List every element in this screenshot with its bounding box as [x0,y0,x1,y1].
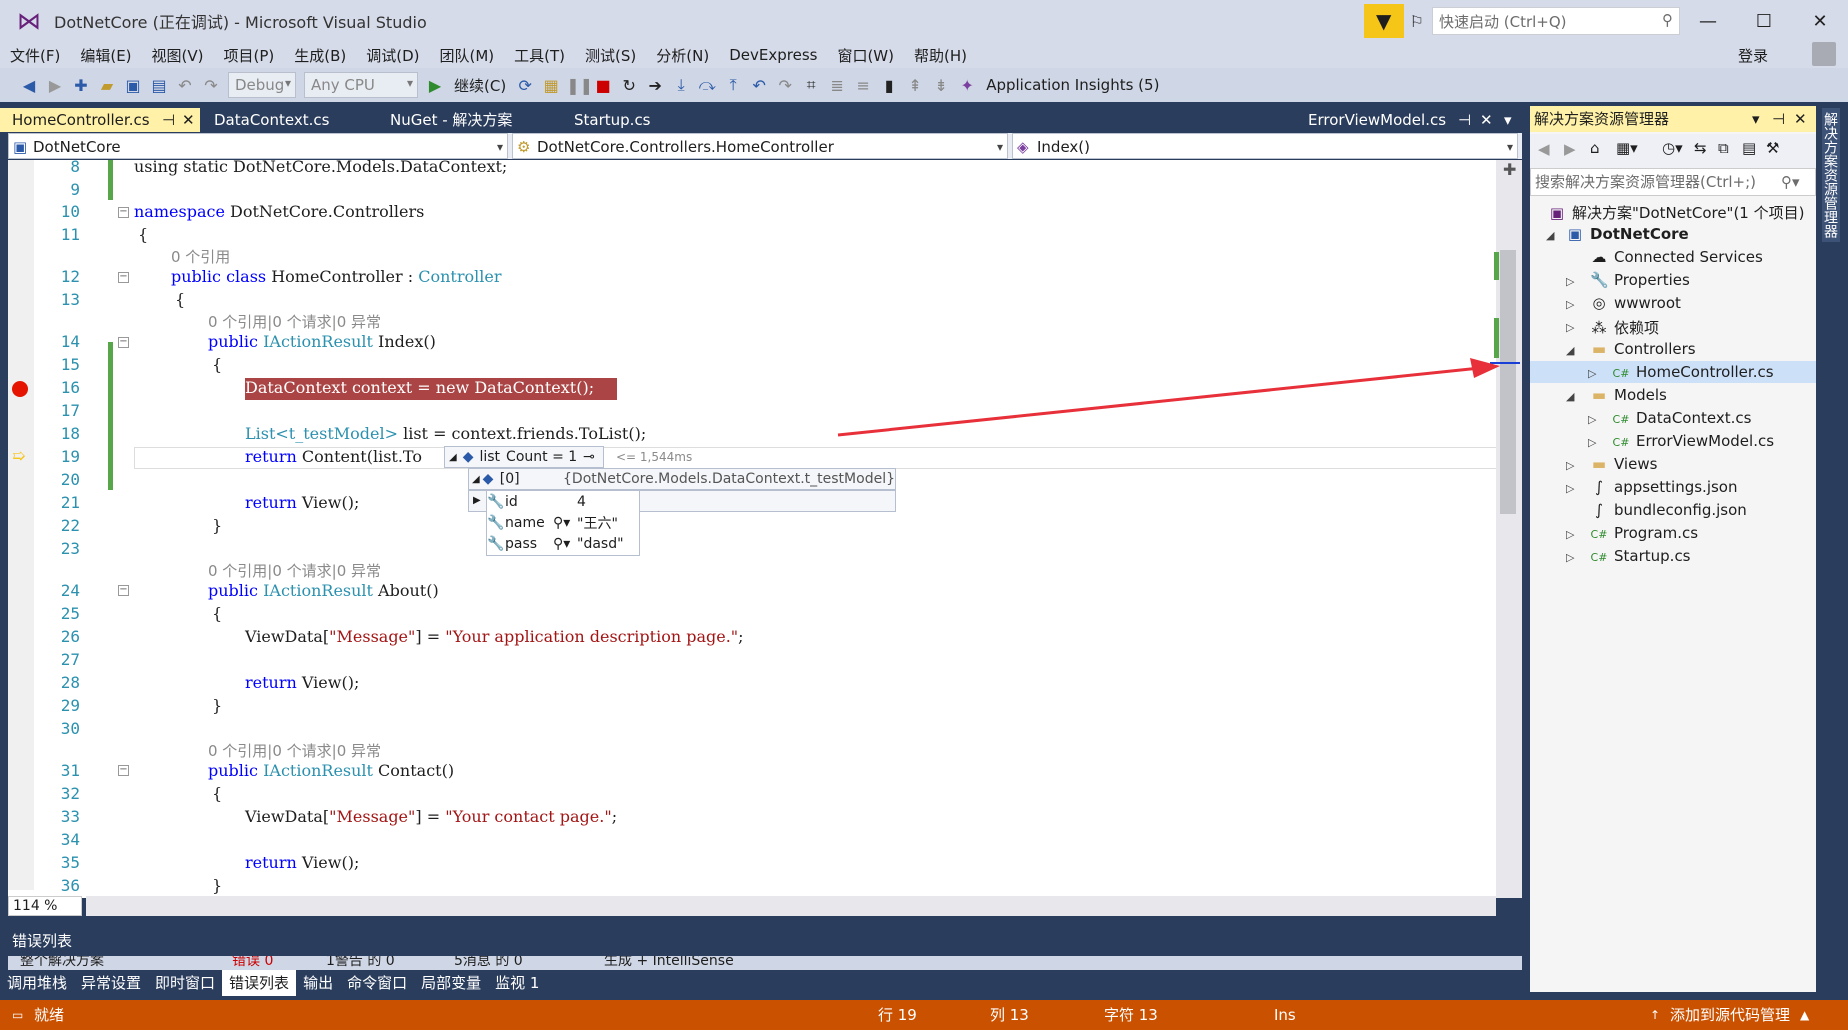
json-file-icon: ∫ [1590,478,1608,496]
globe-icon: ◎ [1590,294,1608,312]
csharp-file-icon: C# [1612,367,1630,380]
search-icon: ⚲▾ [1781,169,1800,195]
home-icon[interactable]: ⌂ [1590,139,1600,157]
scope-select[interactable]: 整个解决方案 [20,956,104,970]
json-file-icon: ∫ [1590,501,1608,519]
build-select[interactable]: 生成 + IntelliSense [604,956,734,970]
tree-data-context[interactable]: C#DataContext.cs [1612,409,1751,427]
chevron-up-icon[interactable]: ▲ [1800,1000,1809,1030]
project-icon: ▣ [1566,225,1584,243]
tab-exception-settings[interactable]: 异常设置 [74,970,148,996]
side-tab-solution-explorer[interactable]: 解决方案资源管理器 [1822,108,1840,242]
tree-startup[interactable]: C#Startup.cs [1590,547,1691,565]
forward-icon[interactable]: ▶ [1564,140,1576,158]
tab-locals[interactable]: 局部变量 [414,970,488,996]
tab-error-list[interactable]: 错误列表 [222,970,296,996]
expand-icon[interactable]: ▷ [1566,459,1574,472]
tree-project[interactable]: ▣DotNetCore [1566,225,1689,243]
expand-icon[interactable]: ◢ [1566,344,1574,357]
dependencies-icon: ⁂ [1590,319,1608,337]
tree-controllers[interactable]: ▬Controllers [1590,340,1696,358]
tab-immediate[interactable]: 即时窗口 [148,970,222,996]
messages-filter[interactable]: 5消息 的 0 [454,956,523,970]
tree-views[interactable]: ▬Views [1590,455,1657,473]
tree-connected-services[interactable]: ☁Connected Services [1590,248,1763,266]
expand-icon[interactable]: ▷ [1566,551,1574,564]
status-col: 列 13 [990,1000,1029,1030]
status-char: 字符 13 [1104,1000,1158,1030]
solution-explorer-toolbar: ◀ ▶ ⌂ ▦▾ ◷▾ ⇆ ⧉ ▤ ⚒ [1530,134,1816,168]
tree-properties[interactable]: 🔧Properties [1590,271,1690,289]
sync-icon[interactable]: ⇆ [1694,139,1707,157]
expand-icon[interactable]: ◢ [1566,390,1574,403]
status-ins: Ins [1274,1000,1296,1030]
warnings-filter[interactable]: 1警告 的 0 [326,956,395,970]
collapse-all-icon[interactable]: ⧉ [1718,139,1729,157]
expand-icon[interactable]: ▷ [1566,482,1574,495]
errors-filter[interactable]: 错误 0 [232,956,273,970]
back-icon[interactable]: ◀ [1538,140,1550,158]
status-ready: 就绪 [34,1000,64,1030]
properties-icon[interactable]: ⚒ [1766,139,1779,157]
folder-icon: ▬ [1590,340,1608,358]
tree-home-controller[interactable]: C#HomeController.cs [1612,363,1774,381]
dropdown-icon[interactable]: ▾ [1752,106,1760,132]
arrow-up-icon: ↑ [1650,1000,1660,1030]
tab-command[interactable]: 命令窗口 [340,970,414,996]
wrench-icon: 🔧 [1590,271,1608,289]
pin-icon[interactable]: ⊣ [1772,106,1785,132]
status-icon: ▭ [12,1000,23,1030]
expand-icon[interactable]: ▷ [1588,436,1596,449]
solution-icon: ▣ [1548,204,1566,222]
tree-dependencies[interactable]: ⁂依赖项 [1590,317,1659,338]
tree-bundleconfig[interactable]: ∫bundleconfig.json [1590,501,1747,519]
show-all-icon[interactable]: ▤ [1742,139,1756,157]
expand-icon[interactable]: ▷ [1566,321,1574,334]
tab-watch[interactable]: 监视 1 [488,970,546,996]
solution-explorer-header: 解决方案资源管理器 ▾ ⊣ ✕ [1530,106,1816,132]
right-side-tabs: 解决方案资源管理器 [1816,106,1848,1000]
csharp-file-icon: C# [1590,551,1608,564]
csharp-file-icon: C# [1590,528,1608,541]
csharp-file-icon: C# [1612,413,1630,426]
tree-models[interactable]: ▬Models [1590,386,1667,404]
tree-wwwroot[interactable]: ◎wwwroot [1590,294,1681,312]
folder-icon: ▬ [1590,386,1608,404]
error-list-header: 错误列表 [0,926,1522,956]
switch-views-icon[interactable]: ▦▾ [1616,139,1638,157]
expand-icon[interactable]: ▷ [1588,413,1596,426]
expand-icon[interactable]: ▷ [1588,367,1596,380]
expand-icon[interactable]: ▷ [1566,298,1574,311]
tab-output[interactable]: 输出 [296,970,340,996]
error-list-toolbar: 整个解决方案 错误 0 1警告 的 0 5消息 的 0 生成 + Intelli… [8,956,1522,970]
expand-icon[interactable]: ◢ [1546,229,1554,242]
expand-icon[interactable]: ▷ [1566,528,1574,541]
tree-program[interactable]: C#Program.cs [1590,524,1698,542]
tree-appsettings[interactable]: ∫appsettings.json [1590,478,1738,496]
status-bar: ▭ 就绪 行 19 列 13 字符 13 Ins ↑ 添加到源代码管理 ▲ [0,1000,1848,1030]
tree-solution[interactable]: ▣解决方案"DotNetCore"(1 个项目) [1548,202,1804,223]
close-icon[interactable]: ✕ [1794,106,1807,132]
tab-call-stack[interactable]: 调用堆栈 [0,970,74,996]
folder-icon: ▬ [1590,455,1608,473]
status-row: 行 19 [878,1000,917,1030]
tree-error-view-model[interactable]: C#ErrorViewModel.cs [1612,432,1774,450]
bottom-tool-tabs: 调用堆栈 异常设置 即时窗口 错误列表 输出 命令窗口 局部变量 监视 1 [0,970,1522,996]
solution-search-input[interactable]: 搜索解决方案资源管理器(Ctrl+;)⚲▾ [1530,168,1816,196]
add-source-control-button[interactable]: 添加到源代码管理 [1670,1000,1790,1030]
history-icon[interactable]: ◷▾ [1662,139,1683,157]
expand-icon[interactable]: ▷ [1566,275,1574,288]
csharp-file-icon: C# [1612,436,1630,449]
connected-services-icon: ☁ [1590,248,1608,266]
